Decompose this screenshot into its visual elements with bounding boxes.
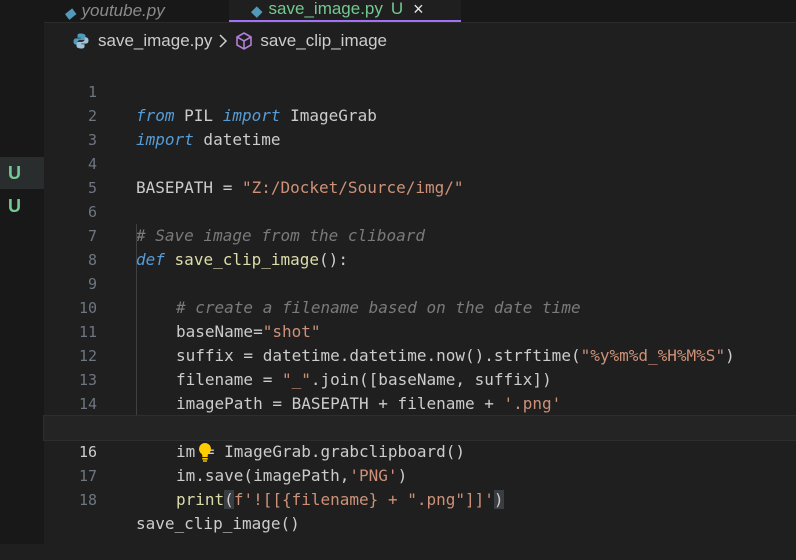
scm-untracked-badge[interactable]: U [0, 157, 44, 189]
scm-gutter [0, 0, 44, 544]
line-number: 18 [78, 491, 97, 509]
tab-label: youtube.py [81, 1, 165, 20]
code-editor[interactable]: 1 from PIL import ImageGrab 2 import dat… [43, 56, 796, 533]
code-line[interactable]: 5 [44, 152, 796, 197]
breadcrumb: save_image.py save_clip_image [72, 28, 387, 54]
editor-tab-bar: ◆ youtube.py ◆ save_image.py U × [44, 0, 796, 23]
code-line[interactable]: 13 [44, 344, 796, 389]
code-line[interactable]: 1 from PIL import ImageGrab [44, 56, 796, 125]
chevron-right-icon [218, 34, 228, 48]
code-line[interactable]: 14 im = ImageGrab.grabclipboard() [44, 368, 796, 461]
breadcrumb-symbol[interactable]: save_clip_image [260, 31, 387, 51]
method-cube-icon [234, 31, 254, 51]
code-line[interactable]: 12 imagePath = BASEPATH + filename + '.p… [44, 320, 796, 413]
code-text: print(f'![[{filename} + ".png"]]') [176, 490, 504, 509]
tab-save-image[interactable]: ◆ save_image.py U × [229, 0, 461, 22]
code-line[interactable]: 10 suffix = datetime.datetime.now().strf… [44, 272, 796, 365]
python-file-icon [72, 32, 90, 50]
code-line[interactable]: 17 [44, 440, 796, 485]
python-file-icon: ◆ [251, 3, 263, 20]
code-line[interactable]: 3 [44, 104, 796, 149]
indent-guide [136, 344, 137, 368]
code-line[interactable]: 15 im.save(imagePath,'PNG') [44, 392, 796, 485]
code-line[interactable]: 7 def save_clip_image(): [44, 200, 796, 269]
indent-guide [136, 320, 137, 344]
untracked-marker: U [390, 0, 404, 18]
code-line[interactable]: 2 import datetime [44, 80, 796, 149]
indent-guide [136, 392, 137, 416]
breadcrumb-file[interactable]: save_image.py [98, 31, 212, 51]
scm-untracked-badge[interactable]: U [0, 190, 44, 222]
close-icon[interactable]: × [413, 0, 424, 20]
code-line[interactable]: 6 # Save image from the cliboard [44, 176, 796, 245]
code-text: save_clip_image() [136, 514, 300, 533]
code-line[interactable]: 4 BASEPATH = "Z:/Docket/Source/img/" [44, 128, 796, 197]
code-line[interactable]: 8 # create a filename based on the date … [44, 224, 796, 317]
tab-label: save_image.py [268, 0, 383, 18]
indent-guide [136, 224, 137, 248]
code-line[interactable]: 9 baseName="shot" [44, 248, 796, 341]
indent-guide [136, 368, 137, 392]
code-line-current[interactable]: 16 print(f'![[{filename} + ".png"]]') [43, 415, 796, 509]
python-file-icon: ◆ [64, 5, 76, 22]
indent-guide [136, 272, 137, 296]
code-line[interactable]: 11 filename = "_".join([baseName, suffix… [44, 296, 796, 389]
code-line[interactable]: 18 save_clip_image() [44, 464, 796, 533]
tab-youtube[interactable]: ◆ youtube.py [64, 0, 224, 22]
indent-guide [136, 296, 137, 320]
indent-guide [136, 248, 137, 272]
